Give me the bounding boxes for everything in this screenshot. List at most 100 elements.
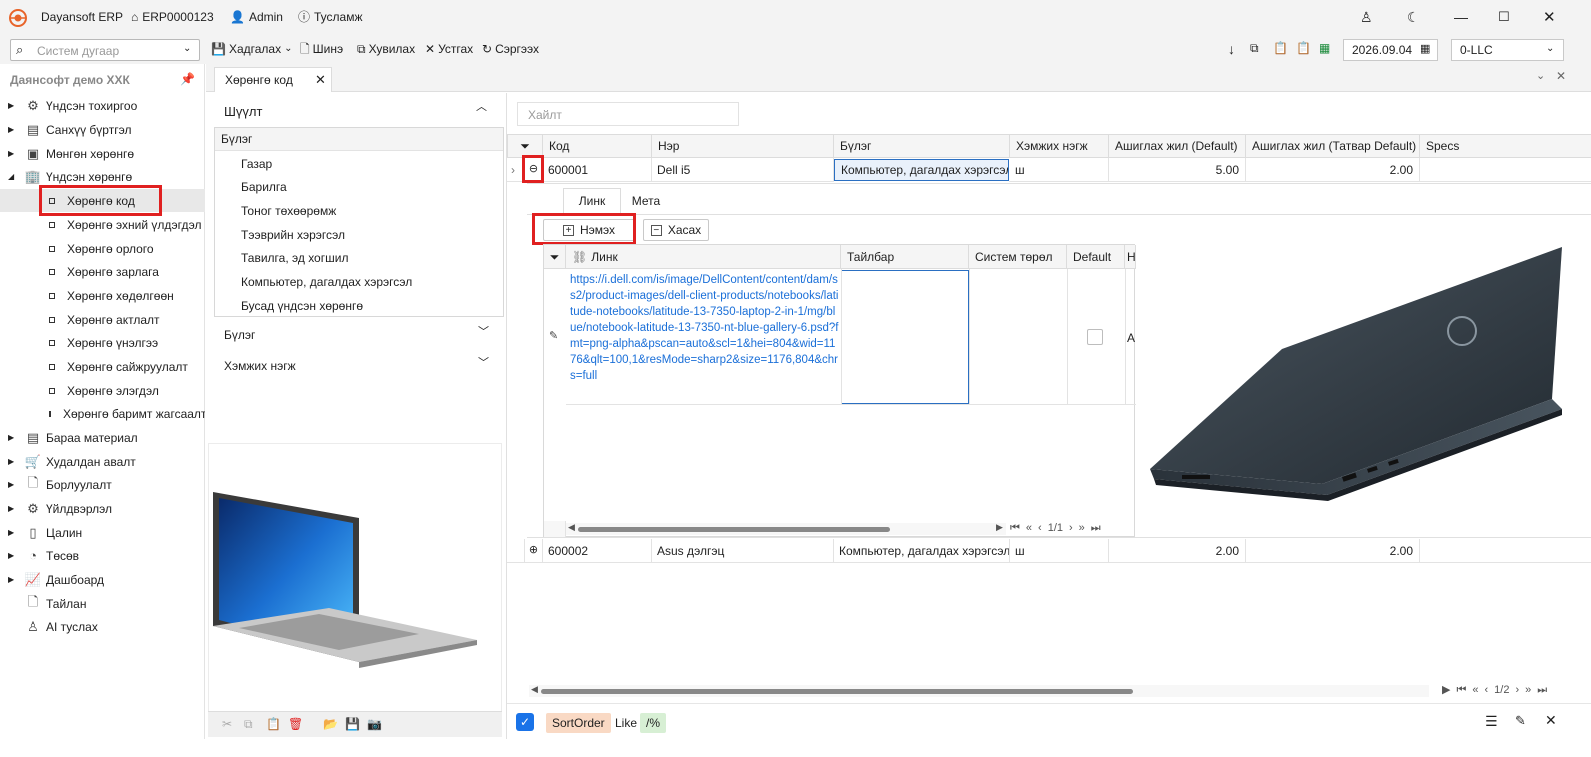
column-header-system-type[interactable]: Систем төрөл (969, 245, 1067, 269)
sidebar-item-asset-movement[interactable]: Хөрөнгө хөдөлгөөн (0, 284, 205, 307)
sidebar-item-cash[interactable]: ▶ ▣ Мөнгөн хөрөнгө (0, 142, 205, 165)
close-window-icon[interactable]: ✕ (1543, 10, 1556, 25)
next-page-icon[interactable]: › (1069, 522, 1073, 534)
filter-section-unit[interactable]: Хэмжих нэгж (224, 359, 296, 373)
operator-chip[interactable]: Like (609, 713, 643, 733)
column-header-name[interactable]: Нэр (651, 134, 834, 158)
list-item[interactable]: Компьютер, дагалдах хэрэгсэл (215, 270, 503, 293)
column-header-code[interactable]: Код (542, 134, 652, 158)
edit-filter-icon[interactable]: ✎ (1515, 714, 1526, 727)
next-page-icon[interactable]: › (1515, 684, 1519, 696)
sidebar-item-asset-income[interactable]: Хөрөнгө орлого (0, 237, 205, 260)
system-number-input[interactable] (35, 43, 175, 59)
cut-icon[interactable]: ✂ (222, 718, 232, 730)
sidebar-item-asset-opening[interactable]: Хөрөнгө эхний үлдэгдэл (0, 213, 205, 236)
sidebar-item-salary[interactable]: ▶ ▯ Цалин (0, 521, 205, 544)
sidebar-item-purchase[interactable]: ▶ 🛒 Худалдан авалт (0, 450, 205, 473)
list-item[interactable]: Тавилга, эд хогшил (215, 246, 503, 269)
sidebar-item-settings[interactable]: ▶ ⚙ Үндсэн тохиргоо (0, 94, 205, 117)
save-button[interactable]: 💾 Хадгалах ⌄ (211, 42, 293, 56)
filter-enabled-checkbox[interactable]: ✓ (516, 713, 534, 731)
chevron-down-icon[interactable]: ⌄ (1536, 71, 1545, 82)
default-checkbox[interactable] (1087, 329, 1103, 345)
sidebar-item-asset-depreciation[interactable]: Хөрөнгө элэгдэл (0, 379, 205, 402)
cell-years[interactable]: 5.00 (1108, 158, 1246, 182)
column-header-cut[interactable]: Н (1125, 245, 1136, 269)
chevron-down-icon[interactable]: ⌄ (183, 44, 191, 54)
column-header-specs[interactable]: Specs (1419, 134, 1591, 158)
cell-tax-years[interactable]: 2.00 (1245, 158, 1420, 182)
sidebar-item-fixed-assets[interactable]: ◢ 🏢 Үндсэн хөрөнгө (0, 165, 205, 188)
camera-icon[interactable]: 📷 (367, 718, 382, 730)
sidebar-item-ai-assistant[interactable]: ♙ AI туслах (0, 615, 205, 638)
cell-group[interactable]: Компьютер, дагалдах хэрэгсэл (833, 539, 1010, 563)
system-number-search[interactable]: ⌕ ⌄ (10, 39, 200, 61)
assistant-icon[interactable]: ♙ (1360, 10, 1373, 24)
sidebar-item-asset-expense[interactable]: Хөрөнгө зарлага (0, 260, 205, 283)
user-menu[interactable]: 👤 Admin (230, 10, 283, 24)
value-chip[interactable]: /% (640, 713, 667, 733)
first-page-icon[interactable]: ⏮ (1010, 522, 1020, 534)
sidebar-item-asset-improvement[interactable]: Хөрөнгө сайжруулалт (0, 355, 205, 378)
first-page-icon[interactable]: ⏮ (1456, 684, 1466, 696)
expand-row-toggle[interactable]: ⊕ (525, 539, 543, 563)
main-grid-hscroll[interactable]: ◀ (529, 685, 1429, 697)
grid-search-input[interactable] (526, 107, 726, 123)
remove-link-button[interactable]: − Хасах (643, 219, 709, 241)
link-filter-header[interactable]: ⏷ (544, 245, 566, 269)
sidebar-item-budget[interactable]: ▶ ◔ Төсөв (0, 544, 205, 567)
column-header-group[interactable]: Бүлэг (833, 134, 1010, 158)
column-header-description[interactable]: Тайлбар (841, 245, 969, 269)
clipboard-icon[interactable]: 📋 (1296, 42, 1311, 54)
close-all-icon[interactable]: ✕ (1556, 70, 1566, 82)
sidebar-item-production[interactable]: ▶ ⚙ Үйлдвэрлэл (0, 497, 205, 520)
list-item[interactable]: Бусад үндсэн хөрөнгө (215, 294, 503, 317)
tab-link[interactable]: Линк (563, 188, 621, 213)
scroll-left-icon[interactable]: ◀ (531, 685, 538, 694)
sort-field-chip[interactable]: SortOrder (546, 713, 611, 733)
sidebar-item-asset-code[interactable]: Хөрөнгө код (0, 189, 205, 212)
copy-button[interactable]: ⧉ Хувилах (357, 42, 415, 56)
list-item[interactable]: Тоног төхөөрөмж (215, 199, 503, 222)
scroll-right-icon[interactable]: ▶ (1442, 684, 1450, 696)
cell-code[interactable]: 600002 (542, 539, 652, 563)
menu-lines-icon[interactable]: ☰ (1485, 714, 1498, 728)
paste-icon[interactable]: 📋 (1273, 42, 1288, 54)
list-item[interactable]: Барилга (215, 175, 503, 198)
excel-icon[interactable]: ▦ (1319, 42, 1330, 54)
column-header-link[interactable]: ⛓ Линк (566, 245, 841, 269)
cell-unit[interactable]: ш (1009, 158, 1109, 182)
pin-icon[interactable]: 📌 (180, 73, 195, 85)
save-icon[interactable]: 💾 (345, 718, 360, 730)
chevron-down-icon[interactable]: ﹀ (478, 358, 489, 369)
link-grid-hscroll[interactable]: ◀ ▶ (566, 523, 1006, 535)
description-input-cell[interactable] (841, 270, 969, 404)
dark-mode-icon[interactable]: ☾ (1407, 10, 1420, 24)
copy-icon[interactable]: ⧉ (244, 718, 253, 730)
scroll-left-icon[interactable]: ◀ (568, 523, 575, 532)
sidebar-item-inventory[interactable]: ▶ ▤ Бараа материал (0, 426, 205, 449)
cell-code[interactable]: 600001 (542, 158, 652, 182)
list-item[interactable]: Тээврийн хэрэгсэл (215, 223, 503, 246)
refresh-button[interactable]: ↻ Сэргээх (482, 42, 539, 56)
link-value[interactable]: https://i.dell.com/is/image/DellContent/… (570, 272, 840, 384)
chevron-down-icon[interactable]: ﹀ (478, 327, 489, 338)
prev-fast-icon[interactable]: « (1472, 684, 1478, 696)
cell-group-selected[interactable]: Компьютер, дагалдах хэрэгсэл (834, 159, 1009, 181)
last-page-icon[interactable]: ⏭ (1537, 684, 1547, 696)
sidebar-item-finance[interactable]: ▶ ▤ Санхүү бүртгэл (0, 118, 205, 141)
maximize-icon[interactable]: ☐ (1498, 10, 1510, 23)
prev-page-icon[interactable]: ‹ (1485, 684, 1489, 696)
column-header-years[interactable]: Ашиглах жил (Default) (1108, 134, 1246, 158)
sidebar-item-asset-documents[interactable]: Хөрөнгө баримт жагсаалт (0, 402, 205, 425)
column-header-unit[interactable]: Хэмжих нэгж (1009, 134, 1109, 158)
sidebar-item-sales[interactable]: ▶ 🗋 Борлуулалт (0, 473, 205, 496)
filter-column-header[interactable]: ⏷ (507, 134, 543, 158)
add-link-button[interactable]: + Нэмэх (543, 219, 635, 241)
filter-section-group[interactable]: Бүлэг (224, 328, 255, 342)
cell-years[interactable]: 2.00 (1108, 539, 1246, 563)
column-header-default[interactable]: Default (1067, 245, 1125, 269)
clear-filter-icon[interactable]: ✕ (1545, 713, 1557, 727)
next-fast-icon[interactable]: » (1079, 522, 1085, 534)
download-icon[interactable]: ↓ (1228, 42, 1235, 56)
